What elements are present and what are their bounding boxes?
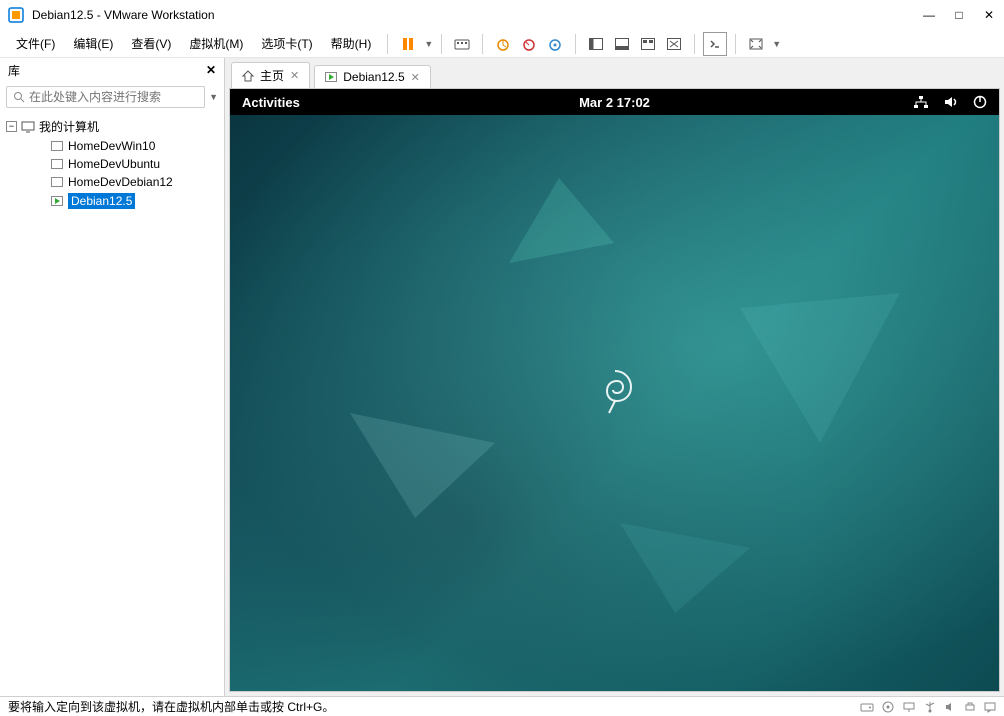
vm-console-view[interactable]: Activities Mar 2 17:02 bbox=[229, 88, 1000, 692]
tabs-row: 主页 ✕ Debian12.5 ✕ bbox=[225, 58, 1004, 88]
vm-item-homedevwin10[interactable]: HomeDevWin10 bbox=[0, 137, 224, 155]
layout-unity-button[interactable] bbox=[662, 32, 686, 56]
vm-item-label: HomeDevDebian12 bbox=[68, 175, 173, 189]
window-title: Debian12.5 - VMware Workstation bbox=[32, 8, 922, 22]
separator bbox=[441, 34, 442, 54]
library-close-button[interactable]: ✕ bbox=[206, 63, 216, 77]
vm-running-icon bbox=[50, 194, 64, 208]
vm-item-label: HomeDevWin10 bbox=[68, 139, 155, 153]
snapshot-take-button[interactable] bbox=[491, 32, 515, 56]
separator bbox=[735, 34, 736, 54]
menu-view[interactable]: 查看(V) bbox=[123, 31, 179, 56]
search-icon bbox=[13, 91, 25, 103]
layout-bottom-button[interactable] bbox=[610, 32, 634, 56]
layout-side-button[interactable] bbox=[584, 32, 608, 56]
vm-icon bbox=[50, 157, 64, 171]
tab-home[interactable]: 主页 ✕ bbox=[231, 62, 310, 88]
search-dropdown[interactable]: ▼ bbox=[209, 92, 218, 102]
tree-root-my-computer[interactable]: − 我的计算机 bbox=[0, 116, 224, 137]
statusbar: 要将输入定向到该虚拟机，请在虚拟机内部单击或按 Ctrl+G。 bbox=[0, 696, 1004, 716]
vm-item-label: HomeDevUbuntu bbox=[68, 157, 160, 171]
tab-home-label: 主页 bbox=[260, 67, 284, 84]
tab-vm-label: Debian12.5 bbox=[343, 70, 404, 84]
vm-item-homedevdebian12[interactable]: HomeDevDebian12 bbox=[0, 173, 224, 191]
menu-edit[interactable]: 编辑(E) bbox=[65, 31, 121, 56]
vm-icon bbox=[50, 175, 64, 189]
library-search-input[interactable] bbox=[29, 90, 198, 104]
fullscreen-dropdown[interactable]: ▼ bbox=[772, 39, 781, 49]
tree-toggle-icon[interactable]: − bbox=[6, 121, 17, 132]
computer-icon bbox=[21, 120, 35, 134]
menu-vm[interactable]: 虚拟机(M) bbox=[181, 31, 251, 56]
tab-close-icon[interactable]: ✕ bbox=[290, 69, 299, 82]
library-search[interactable] bbox=[6, 86, 205, 108]
tree-root-label: 我的计算机 bbox=[39, 118, 99, 135]
window-minimize-button[interactable]: — bbox=[922, 8, 936, 22]
pause-button[interactable] bbox=[396, 32, 420, 56]
menu-help[interactable]: 帮助(H) bbox=[323, 31, 380, 56]
separator bbox=[482, 34, 483, 54]
separator bbox=[694, 34, 695, 54]
vm-item-homedevubuntu[interactable]: HomeDevUbuntu bbox=[0, 155, 224, 173]
gnome-clock[interactable]: Mar 2 17:02 bbox=[579, 95, 650, 110]
vm-icon bbox=[50, 139, 64, 153]
power-icon[interactable] bbox=[973, 95, 987, 109]
vm-running-icon bbox=[325, 72, 337, 82]
device-sound-icon[interactable] bbox=[944, 701, 956, 713]
menubar: 文件(F) 编辑(E) 查看(V) 虚拟机(M) 选项卡(T) 帮助(H) ▼ … bbox=[0, 30, 1004, 58]
gnome-activities-button[interactable]: Activities bbox=[242, 95, 300, 110]
device-usb-icon[interactable] bbox=[924, 701, 936, 713]
tab-close-icon[interactable]: ✕ bbox=[411, 71, 420, 84]
home-icon bbox=[242, 70, 254, 82]
device-cd-icon[interactable] bbox=[882, 701, 894, 713]
vm-tree: − 我的计算机 HomeDevWin10 HomeDevUbuntu bbox=[0, 112, 224, 215]
window-close-button[interactable]: ✕ bbox=[982, 8, 996, 22]
statusbar-hint: 要将输入定向到该虚拟机，请在虚拟机内部单击或按 Ctrl+G。 bbox=[8, 698, 334, 715]
tab-vm-debian125[interactable]: Debian12.5 ✕ bbox=[314, 65, 431, 88]
volume-icon[interactable] bbox=[943, 95, 959, 109]
device-printer-icon[interactable] bbox=[964, 701, 976, 713]
menu-tabs[interactable]: 选项卡(T) bbox=[253, 31, 320, 56]
snapshot-manager-button[interactable] bbox=[543, 32, 567, 56]
fullscreen-button[interactable] bbox=[744, 32, 768, 56]
network-icon[interactable] bbox=[913, 95, 929, 109]
snapshot-revert-button[interactable] bbox=[517, 32, 541, 56]
send-ctrl-alt-del-button[interactable] bbox=[450, 32, 474, 56]
library-title: 库 bbox=[8, 62, 20, 79]
gnome-desktop[interactable] bbox=[230, 115, 999, 691]
device-network-icon[interactable] bbox=[902, 701, 916, 713]
window-titlebar: Debian12.5 - VMware Workstation — □ ✕ bbox=[0, 0, 1004, 30]
library-sidebar: 库 ✕ ▼ − 我的计算机 bbox=[0, 58, 225, 696]
vm-item-label: Debian12.5 bbox=[68, 193, 135, 209]
separator bbox=[387, 34, 388, 54]
device-disk-icon[interactable] bbox=[860, 701, 874, 713]
layout-thumbnail-button[interactable] bbox=[636, 32, 660, 56]
menu-file[interactable]: 文件(F) bbox=[8, 31, 63, 56]
power-dropdown[interactable]: ▼ bbox=[424, 39, 433, 49]
console-button[interactable] bbox=[703, 32, 727, 56]
messages-icon[interactable] bbox=[984, 701, 996, 713]
main-area: 主页 ✕ Debian12.5 ✕ Activities Mar 2 17:02 bbox=[225, 58, 1004, 696]
vmware-app-icon bbox=[8, 7, 24, 23]
window-maximize-button[interactable]: □ bbox=[952, 8, 966, 22]
debian-swirl-icon bbox=[595, 367, 635, 415]
gnome-top-bar: Activities Mar 2 17:02 bbox=[230, 89, 999, 115]
vm-item-debian125[interactable]: Debian12.5 bbox=[0, 191, 224, 211]
separator bbox=[575, 34, 576, 54]
